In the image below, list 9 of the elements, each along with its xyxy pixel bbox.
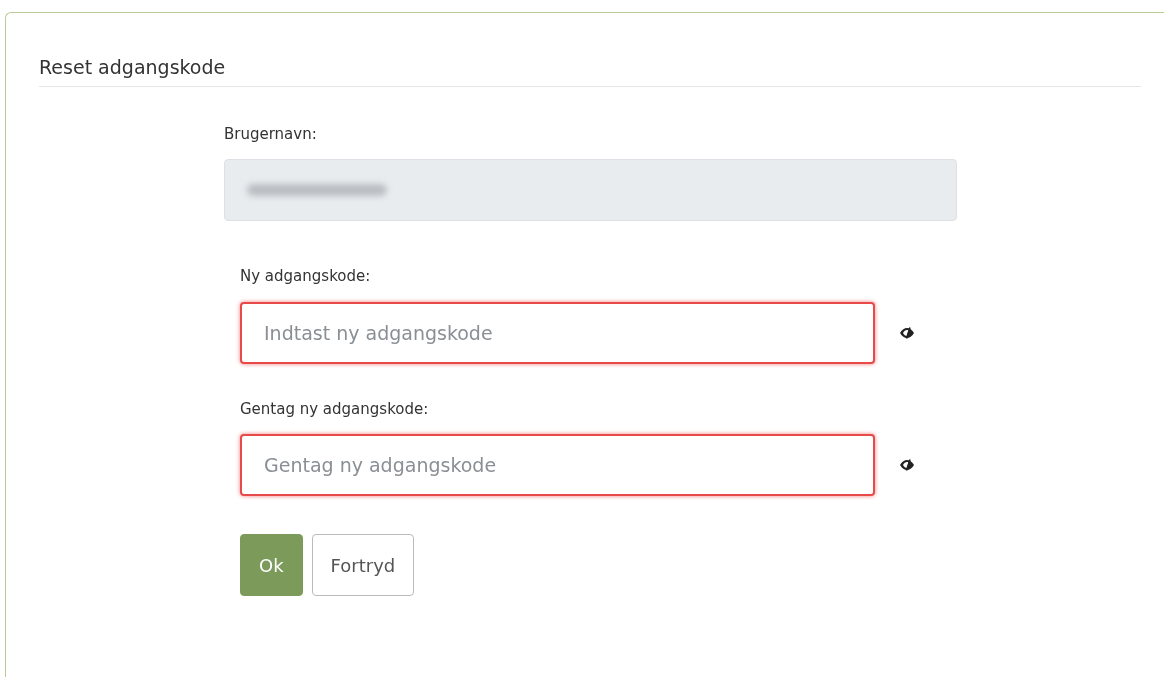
field-label: Ny adgangskode:	[240, 266, 372, 287]
field-label: Gentag ny adgangskode:	[240, 398, 430, 420]
cancel-button[interactable]: Fortryd	[311, 534, 415, 596]
password-field[interactable]: Indtast ny adgangskode	[240, 301, 875, 364]
hide-password-icon[interactable]	[899, 459, 915, 471]
hide-password-icon[interactable]	[899, 326, 915, 339]
password-field[interactable]: Gentag ny adgangskode	[240, 434, 875, 496]
form-title: Reset adgangskode	[39, 56, 226, 78]
field-label: Brugernavn:	[224, 123, 318, 145]
